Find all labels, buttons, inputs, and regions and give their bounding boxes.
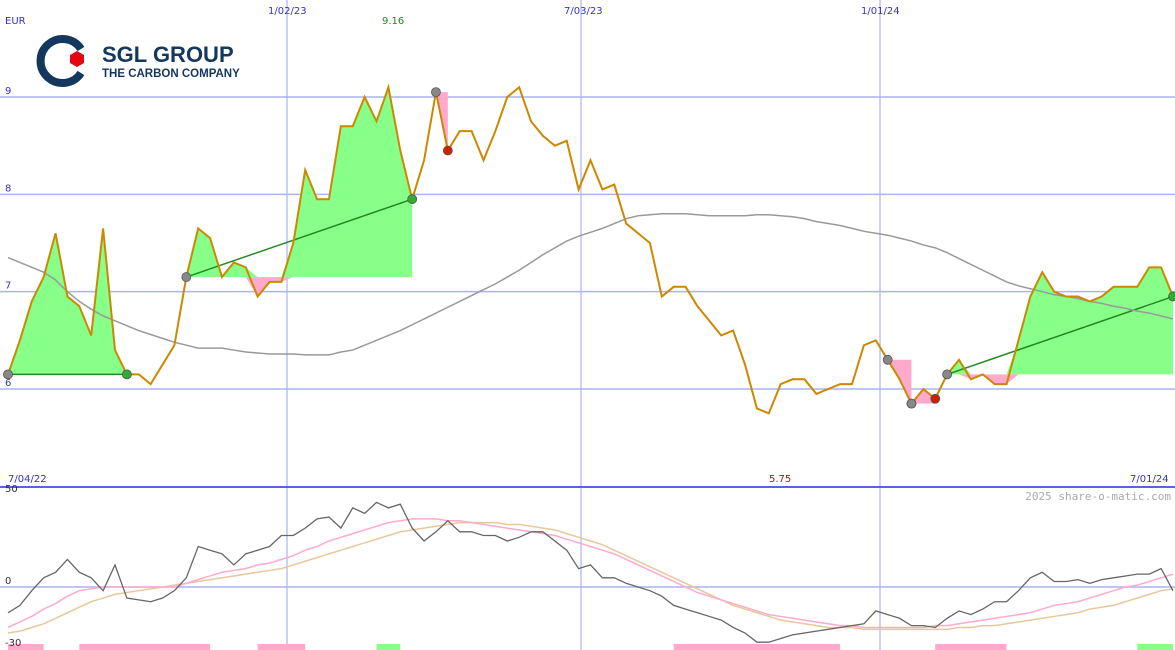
dip-area	[186, 277, 413, 297]
indicator-tick-label: 0	[5, 576, 11, 587]
price-tick-label: 7	[5, 281, 11, 292]
buy-exit-marker	[407, 194, 418, 205]
indicator-tick-label: -30	[5, 638, 21, 649]
top-date-label: 1/02/23	[268, 6, 307, 17]
sell-entry-marker	[882, 354, 893, 365]
low-label: 5.75	[769, 474, 791, 485]
sell-entry-marker	[906, 398, 917, 409]
price-chart: EUR 1/02/23 7/03/23 1/01/24 9.16 5.75 7/…	[0, 0, 1175, 650]
logo-mark-icon	[36, 35, 85, 87]
slow-signal-line	[7, 521, 1174, 634]
logo-tagline: THE CARBON COMPANY	[102, 68, 240, 80]
currency-label: EUR	[5, 16, 26, 27]
chart-lines	[7, 83, 1174, 643]
histogram-bar	[376, 644, 401, 650]
buy-exit-marker	[1168, 291, 1175, 302]
price-tick-label: 6	[5, 378, 11, 389]
histogram-bar	[935, 644, 1007, 650]
end-date-label: 7/01/24	[1130, 474, 1169, 485]
fast-signal-line	[7, 518, 1174, 629]
top-date-label: 7/03/23	[564, 6, 603, 17]
histogram-bar	[79, 644, 211, 650]
histogram-bar	[1137, 644, 1173, 650]
buy-entry-marker	[942, 369, 953, 380]
indicator-tick-label: 50	[5, 484, 18, 495]
chart-labels: EUR 1/02/23 7/03/23 1/01/24 9.16 5.75 7/…	[5, 6, 1171, 649]
price-tick-label: 8	[5, 183, 11, 194]
histogram-bar	[257, 644, 306, 650]
logo-name: SGL GROUP	[102, 42, 234, 67]
moving-average-line	[7, 213, 1174, 356]
signal-markers	[3, 87, 1175, 409]
buy-entry-marker	[181, 272, 192, 282]
copyright-label: 2025 share-o-matic.com	[1025, 490, 1171, 503]
company-logo: SGL GROUP THE CARBON COMPANY	[36, 35, 240, 87]
buy-exit-marker	[121, 369, 132, 380]
high-label: 9.16	[382, 16, 404, 27]
sell-exit-marker	[442, 145, 453, 156]
sell-exit-marker	[930, 393, 941, 404]
gain-area	[8, 228, 127, 375]
sell-entry-marker	[431, 87, 441, 98]
macd-line	[7, 501, 1174, 643]
histogram-bar	[673, 644, 841, 650]
price-line	[7, 83, 1174, 415]
top-date-label: 1/01/24	[861, 6, 900, 17]
grid-lines	[0, 0, 1175, 650]
price-tick-label: 9	[5, 86, 11, 97]
